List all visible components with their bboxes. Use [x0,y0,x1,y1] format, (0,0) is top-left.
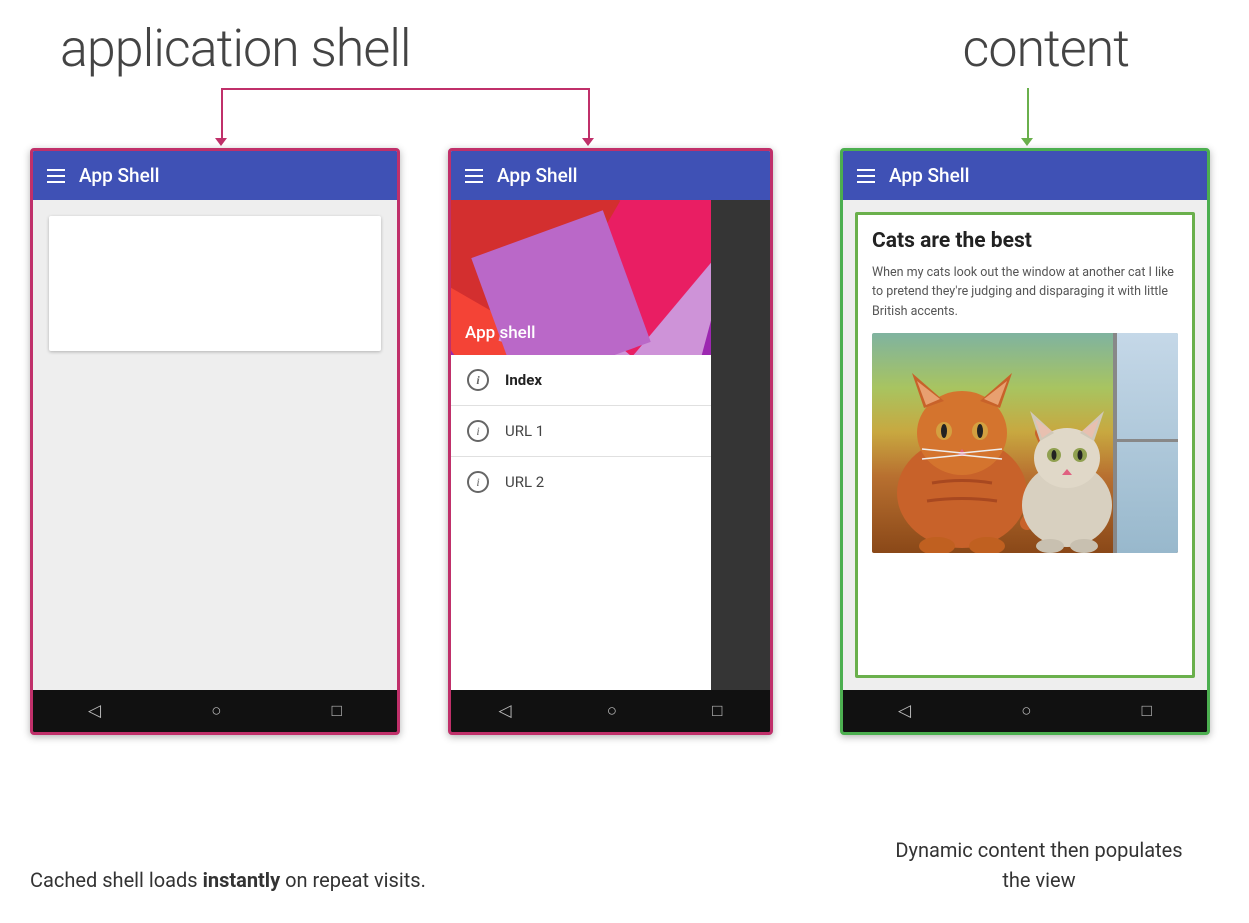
phone2-nav-home[interactable]: ○ [607,701,617,721]
info-icon-2: i [467,420,489,442]
phone1-content-card [49,216,381,351]
drawer-item-url1[interactable]: i URL 1 [451,406,711,456]
phone2-title: App Shell [497,164,577,187]
caption-bold: instantly [203,868,281,892]
application-shell-label: application shell [60,18,411,79]
phone3-title: App Shell [889,164,969,187]
phone3-nav-home[interactable]: ○ [1021,701,1031,721]
phone2-nav-back[interactable]: ◁ [499,701,512,721]
caption-left-part2: on repeat visits. [280,868,426,892]
cat-small-silhouette [1012,393,1122,553]
drawer-header: App shell [451,200,711,355]
drawer-content: i Index i URL 1 i URL 2 [451,355,711,507]
phone3-body: Cats are the best When my cats look out … [843,200,1207,690]
cat-image [872,333,1178,553]
phone3-nav-back[interactable]: ◁ [898,701,911,721]
drawer-item-index[interactable]: i Index [451,355,711,405]
content-text: When my cats look out the window at anot… [872,263,1178,321]
ann-line-right1 [588,88,590,140]
caption-left-part1: Cached shell loads [30,868,203,892]
phone-2: App Shell App shell i [448,148,773,735]
phone2-app-bar: App Shell [451,151,770,200]
phone3-nav-bar: ◁ ○ □ [843,690,1207,732]
ann-line-left1 [221,88,223,140]
phone3-nav-recent[interactable]: □ [1142,701,1152,721]
drawer-app-shell-label: App shell [465,323,535,343]
drawer-panel: App shell i Index i URL 1 i URL 2 [451,200,711,690]
caption-left: Cached shell loads instantly on repeat v… [30,865,450,895]
phone3-content-box: Cats are the best When my cats look out … [855,212,1195,678]
caption-right: Dynamic content then populates the view [889,835,1189,895]
phone1-nav-recent[interactable]: □ [332,701,342,721]
ann-arrow-content [1021,138,1033,146]
hamburger-icon-3[interactable] [857,169,875,183]
phone2-nav-recent[interactable]: □ [712,701,722,721]
drawer-item-url2[interactable]: i URL 2 [451,457,711,507]
drawer-overlay [711,200,770,690]
ann-horiz-shell [221,88,590,90]
ann-arrow-right1 [582,138,594,146]
hamburger-icon-2[interactable] [465,169,483,183]
phone3-app-bar: App Shell [843,151,1207,200]
phone-1: App Shell ◁ ○ □ [30,148,400,735]
info-icon-1: i [467,369,489,391]
phone1-nav-bar: ◁ ○ □ [33,690,397,732]
phone1-title: App Shell [79,164,159,187]
hamburger-icon[interactable] [47,169,65,183]
phone1-app-bar: App Shell [33,151,397,200]
ann-line-content [1027,88,1029,140]
phone2-nav-bar: ◁ ○ □ [451,690,770,732]
phone1-nav-back[interactable]: ◁ [88,701,101,721]
phone1-body [33,200,397,690]
phone-3: App Shell Cats are the best When my cats… [840,148,1210,735]
info-icon-3: i [467,471,489,493]
phone1-nav-home[interactable]: ○ [211,701,221,721]
content-label: content [963,18,1130,79]
phone2-body: App shell i Index i URL 1 i URL 2 [451,200,770,690]
content-title: Cats are the best [872,229,1178,253]
ann-arrow-left1 [215,138,227,146]
